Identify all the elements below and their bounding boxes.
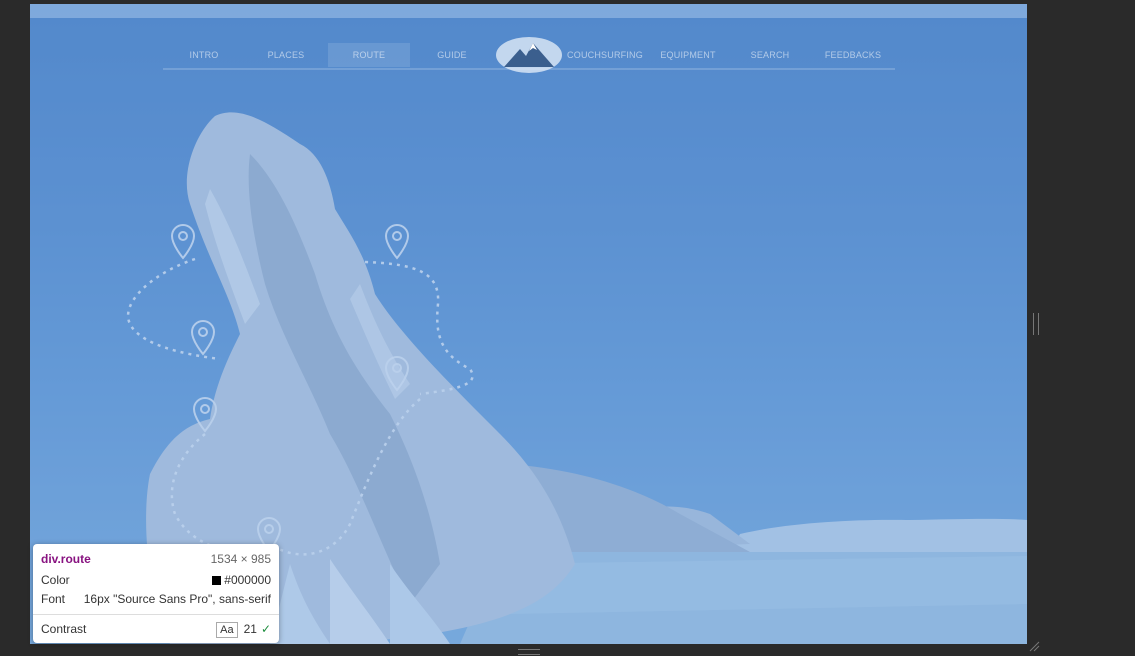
nav-item-guide[interactable]: GUIDE bbox=[411, 43, 493, 67]
resize-handle-icon[interactable] bbox=[1033, 313, 1039, 335]
contrast-aa-badge: Aa bbox=[216, 622, 238, 638]
tooltip-font-row: Font 16px "Source Sans Pro", sans-serif bbox=[41, 590, 271, 608]
bottom-resize-handle[interactable] bbox=[518, 649, 540, 655]
logo[interactable] bbox=[496, 37, 562, 73]
contrast-value: 21 bbox=[243, 622, 257, 636]
nav-item-route[interactable]: ROUTE bbox=[328, 43, 410, 67]
element-size: 1534 × 985 bbox=[210, 552, 271, 566]
contrast-value-wrap: Aa 21 ✓ bbox=[216, 620, 271, 638]
corner-resize-grip[interactable] bbox=[1028, 640, 1040, 652]
devtools-inspect-tooltip: div.route 1534 × 985 Color #000000 Font … bbox=[33, 544, 279, 643]
color-swatch bbox=[212, 576, 222, 586]
main-nav: INTRO PLACES ROUTE GUIDE COUCHSURFING EQ… bbox=[163, 34, 895, 73]
font-label: Font bbox=[41, 592, 66, 606]
nav-item-couchsurfing[interactable]: COUCHSURFING bbox=[563, 43, 647, 67]
tooltip-divider bbox=[33, 614, 279, 615]
mountain-logo-icon bbox=[504, 43, 554, 67]
font-value: 16px "Source Sans Pro", sans-serif bbox=[83, 592, 271, 606]
tooltip-header: div.route 1534 × 985 bbox=[41, 550, 271, 568]
tooltip-color-row: Color #000000 bbox=[41, 571, 271, 589]
contrast-label: Contrast bbox=[41, 622, 87, 636]
color-value: #000000 bbox=[224, 573, 271, 587]
element-selector: div.route bbox=[41, 552, 91, 566]
tooltip-contrast-row: Contrast Aa 21 ✓ bbox=[41, 620, 271, 638]
color-value-wrap: #000000 bbox=[212, 571, 271, 589]
nav-item-intro[interactable]: INTRO bbox=[163, 43, 245, 67]
nav-item-feedbacks[interactable]: FEEDBACKS bbox=[811, 43, 895, 67]
nav-item-places[interactable]: PLACES bbox=[245, 43, 327, 67]
nav-item-equipment[interactable]: EQUIPMENT bbox=[647, 43, 729, 67]
nav-item-search[interactable]: SEARCH bbox=[729, 43, 811, 67]
color-label: Color bbox=[41, 573, 70, 587]
checkmark-icon: ✓ bbox=[260, 622, 271, 636]
